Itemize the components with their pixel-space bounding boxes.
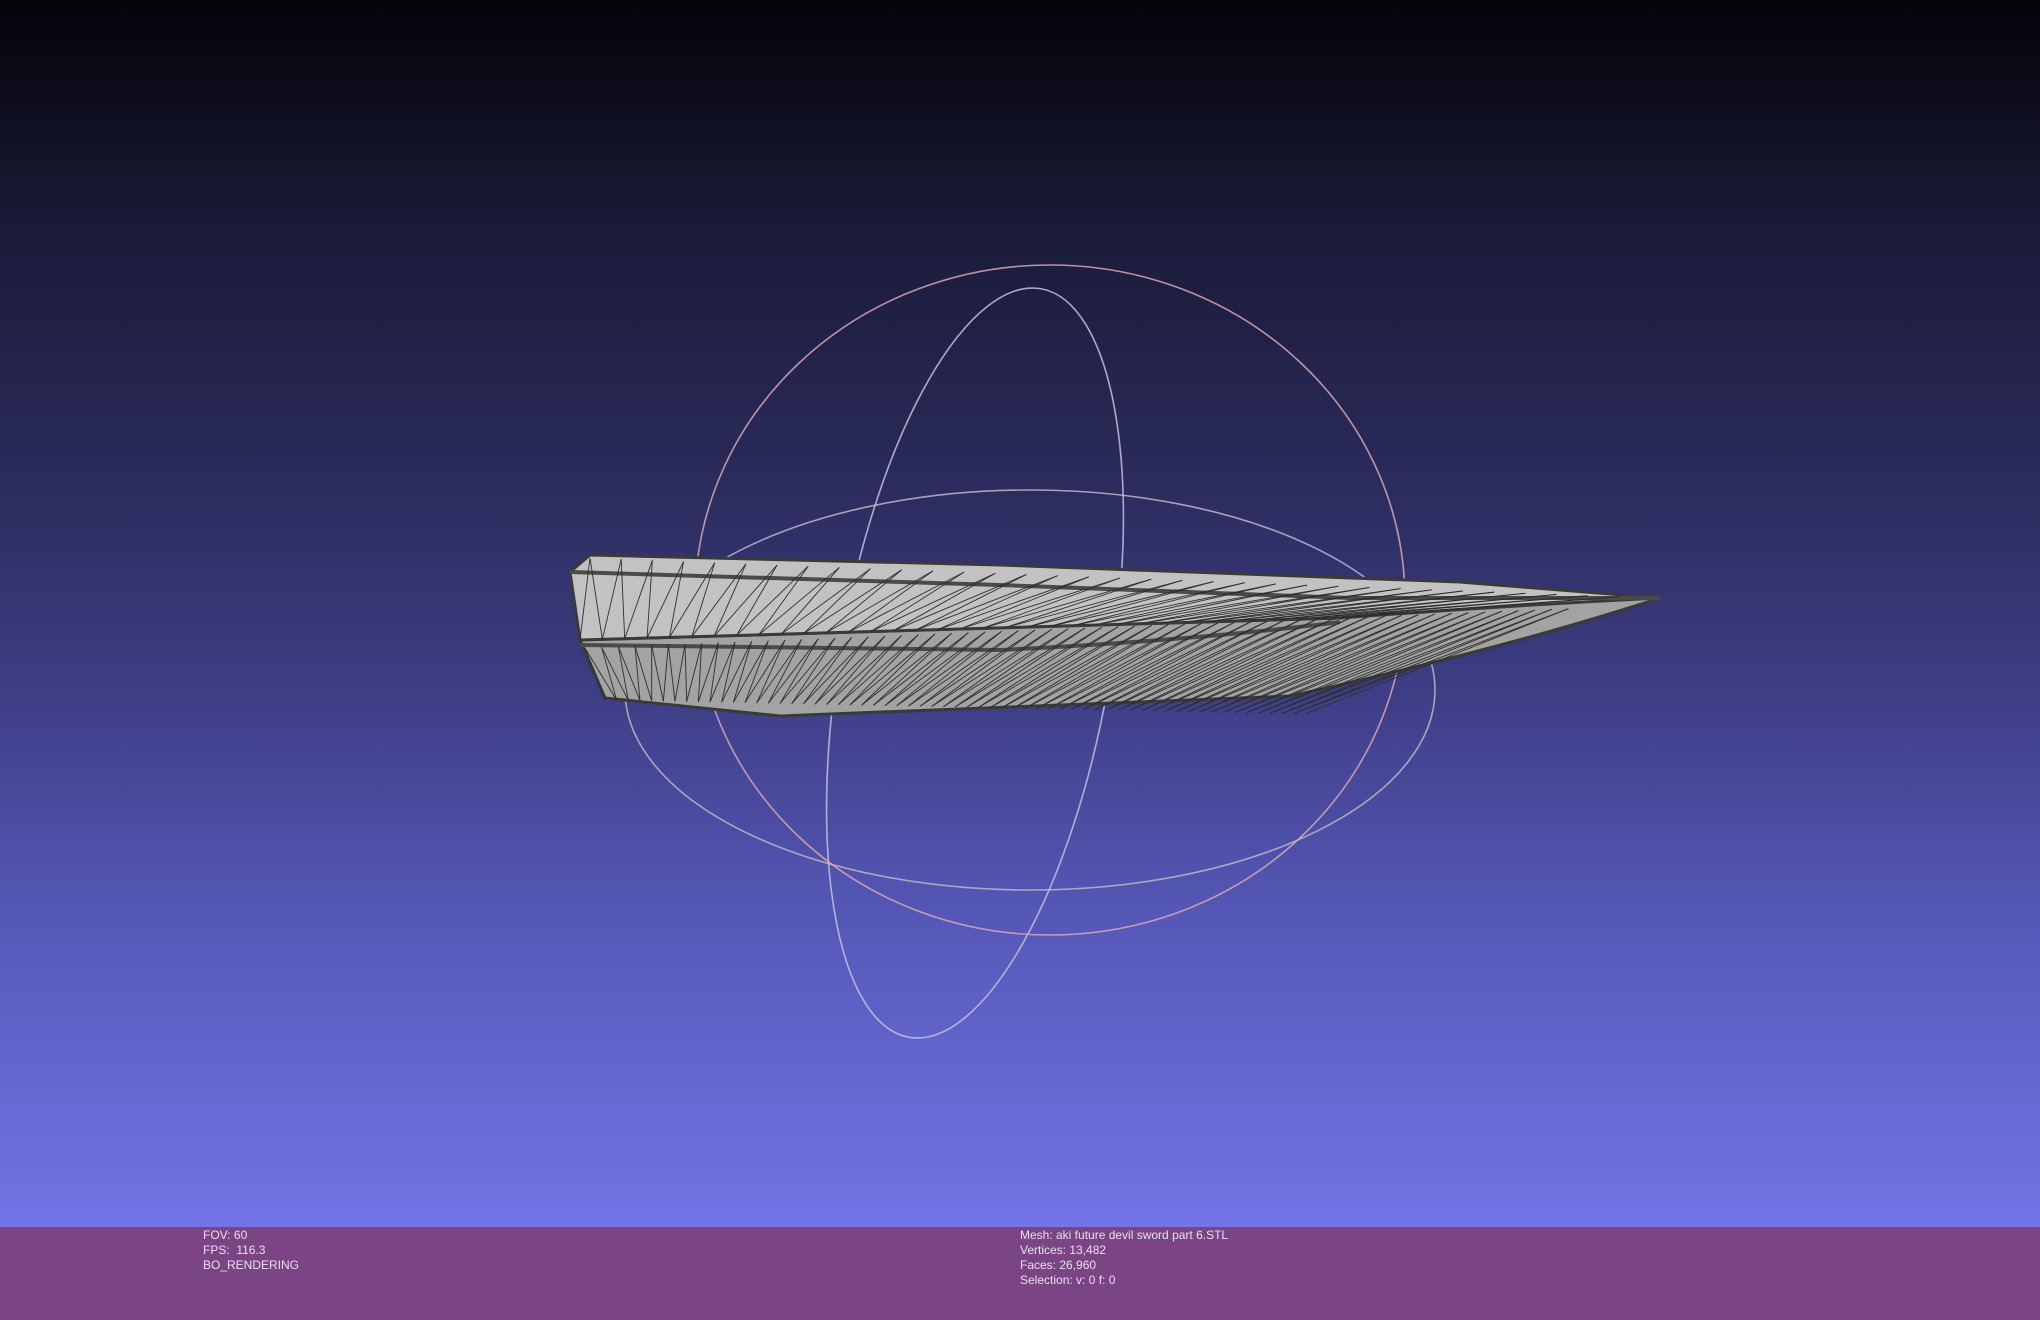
info-bar: FOV: 60 FPS: 116.3 BO_RENDERING Mesh: ak… bbox=[0, 1227, 2040, 1320]
fov-label: FOV: 60 bbox=[203, 1228, 248, 1242]
mesh-stats: Mesh: aki future devil sword part 6.STL … bbox=[1020, 1228, 1228, 1288]
mesh-model[interactable] bbox=[568, 553, 1661, 718]
3d-viewport[interactable] bbox=[0, 0, 2040, 1227]
faces-label: Faces: 26,960 bbox=[1020, 1258, 1097, 1272]
render-mode-label: BO_RENDERING bbox=[203, 1258, 300, 1272]
fps-label: FPS: 116.3 bbox=[203, 1243, 266, 1257]
vertices-label: Vertices: 13,482 bbox=[1020, 1243, 1107, 1257]
viewport-canvas[interactable] bbox=[0, 0, 2040, 1227]
render-stats: FOV: 60 FPS: 116.3 BO_RENDERING bbox=[203, 1228, 299, 1273]
selection-label: Selection: v: 0 f: 0 bbox=[1020, 1273, 1116, 1287]
mesh-name-label: Mesh: aki future devil sword part 6.STL bbox=[1020, 1228, 1229, 1242]
